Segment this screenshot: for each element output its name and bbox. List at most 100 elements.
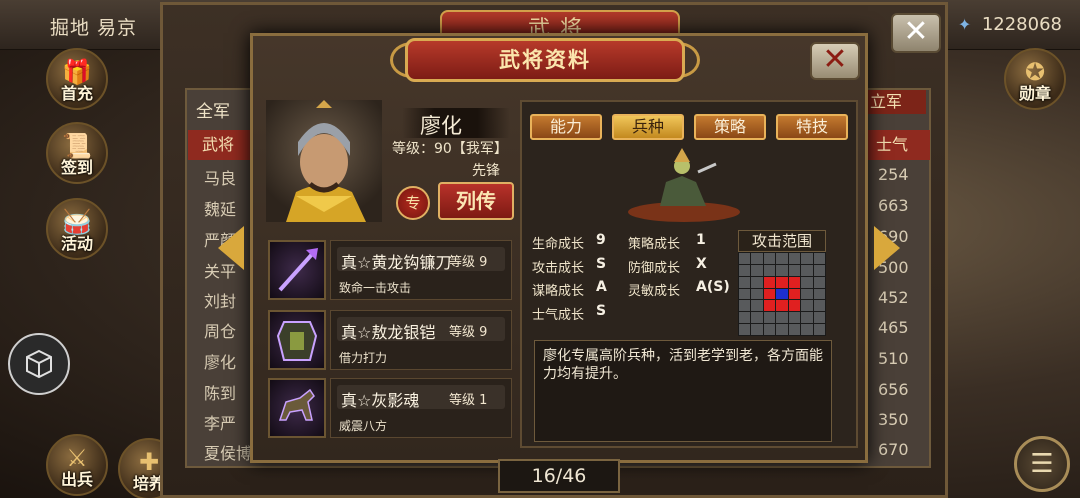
morale-value: 452 xyxy=(878,288,909,307)
first-recharge-label: 首充 xyxy=(60,84,93,103)
range-cell xyxy=(788,264,801,276)
list-item[interactable]: 李严 xyxy=(204,410,236,434)
menu-button[interactable]: ☰ xyxy=(1014,436,1070,492)
general-portrait xyxy=(266,100,382,222)
list-header-all[interactable]: 全军 xyxy=(196,97,230,122)
equipment-name: 真☆黄龙钩镰刀 xyxy=(341,253,452,272)
list-header-merit[interactable]: 立军 xyxy=(866,90,926,114)
column-morale[interactable]: 士气 xyxy=(866,130,930,160)
prev-general-arrow[interactable] xyxy=(218,226,244,270)
equipment-desc: 借力打力 xyxy=(339,351,388,365)
morale-value: 663 xyxy=(878,196,909,215)
range-cell xyxy=(776,264,788,276)
range-cell xyxy=(801,324,813,335)
range-cell xyxy=(776,288,788,300)
column-general[interactable]: 武将 xyxy=(188,130,250,160)
tab-troop[interactable]: 兵种 xyxy=(612,114,684,140)
equipment-desc: 致命一击攻击 xyxy=(339,281,412,295)
general-portrait-art xyxy=(286,100,366,222)
gold-display: ✦ 1228068 xyxy=(958,14,1062,35)
equipment-desc: 威震八方 xyxy=(339,419,388,433)
list-item[interactable]: 陈到 xyxy=(204,380,236,404)
range-cell xyxy=(788,300,801,312)
tab-skill[interactable]: 特技 xyxy=(776,114,848,140)
range-cell xyxy=(763,324,776,335)
events-button[interactable]: 🥁 活动 xyxy=(46,198,108,260)
range-cell xyxy=(813,324,825,335)
dialog-close-button[interactable]: ✕ xyxy=(810,42,860,80)
exclusive-badge[interactable]: 专 xyxy=(396,186,430,220)
range-cell xyxy=(788,324,801,335)
range-cell xyxy=(763,288,776,300)
deploy-button[interactable]: ⚔ 出兵 xyxy=(46,434,108,496)
range-cell xyxy=(813,264,825,276)
troop-description: 廖化专属高阶兵种，活到老学到老，各方面能力均有提升。 xyxy=(534,340,832,442)
stat-value: S xyxy=(596,256,607,272)
range-cell xyxy=(763,253,776,264)
stat-label: 士气成长 xyxy=(532,308,585,323)
stat-label: 生命成长 xyxy=(532,237,585,252)
range-cell xyxy=(763,276,776,288)
morale-value: 254 xyxy=(878,165,909,184)
range-cell xyxy=(776,324,788,335)
range-cell xyxy=(788,312,801,324)
morale-value: 350 xyxy=(878,410,909,429)
list-close-button[interactable]: ✕ xyxy=(891,13,941,53)
list-item[interactable]: 魏延 xyxy=(204,196,236,220)
tab-strategy[interactable]: 策略 xyxy=(694,114,766,140)
stat-label: 攻击成长 xyxy=(532,261,585,276)
stat-value: X xyxy=(696,256,707,272)
range-cell xyxy=(751,253,763,264)
list-item[interactable]: 刘封 xyxy=(204,288,236,312)
armor-art xyxy=(276,321,318,361)
range-cell xyxy=(801,300,813,312)
equipment-slot-mount[interactable]: 真☆灰影魂 等级 1 威震八方 xyxy=(268,378,512,440)
halberd-art xyxy=(278,248,318,292)
range-cell xyxy=(763,264,776,276)
range-cell xyxy=(763,300,776,312)
equipment-slot-weapon[interactable]: 真☆黄龙钩镰刀 等级 9 致命一击攻击 xyxy=(268,240,512,302)
morale-value: 656 xyxy=(878,380,909,399)
list-item[interactable]: 马良 xyxy=(204,165,236,189)
range-cell xyxy=(788,253,801,264)
range-cell xyxy=(739,288,751,300)
medal-label: 勋章 xyxy=(1018,84,1051,103)
morale-value: 510 xyxy=(878,349,909,368)
equipment-name: 真☆敖龙银铠 xyxy=(341,323,436,342)
next-general-arrow[interactable] xyxy=(874,226,900,270)
equipment-slot-armor[interactable]: 真☆敖龙银铠 等级 9 借力打力 xyxy=(268,310,512,372)
menu-bars-icon: ☰ xyxy=(1030,449,1054,479)
biography-button[interactable]: 列传 xyxy=(438,182,514,220)
range-cell xyxy=(751,276,763,288)
general-level: 等级：90【我军】 xyxy=(392,141,508,157)
sign-in-button[interactable]: 📜 签到 xyxy=(46,122,108,184)
medal-button[interactable]: ✪ 勋章 xyxy=(1004,48,1066,110)
gold-amount: 1228068 xyxy=(981,14,1062,35)
range-cell xyxy=(813,276,825,288)
range-cell xyxy=(801,288,813,300)
range-cell xyxy=(751,312,763,324)
first-recharge-button[interactable]: 🎁 首充 xyxy=(46,48,108,110)
sign-in-label: 签到 xyxy=(60,158,93,177)
sapphire-icon: ✦ xyxy=(957,14,972,34)
range-cell xyxy=(813,312,825,324)
armor-icon xyxy=(268,310,326,370)
stat-label: 防御成长 xyxy=(628,261,681,276)
equipment-level: 等级 9 xyxy=(449,325,488,340)
events-label: 活动 xyxy=(60,234,93,253)
ar-view-button[interactable] xyxy=(8,333,70,395)
general-role: 先锋 xyxy=(472,163,500,179)
tab-ability[interactable]: 能力 xyxy=(530,114,602,140)
range-cell xyxy=(813,288,825,300)
list-item[interactable]: 周仓 xyxy=(204,318,236,342)
stat-value: 1 xyxy=(696,232,706,248)
range-cell xyxy=(776,312,788,324)
equipment-info: 真☆灰影魂 等级 1 威震八方 xyxy=(330,378,512,438)
morale-value: 465 xyxy=(878,318,909,337)
location-label: 掘地 易京 xyxy=(50,17,138,39)
list-item[interactable]: 夏侯博 xyxy=(204,440,252,464)
range-cell xyxy=(763,312,776,324)
range-cell xyxy=(751,264,763,276)
list-item[interactable]: 廖化 xyxy=(204,349,236,373)
horse-icon xyxy=(268,378,326,438)
